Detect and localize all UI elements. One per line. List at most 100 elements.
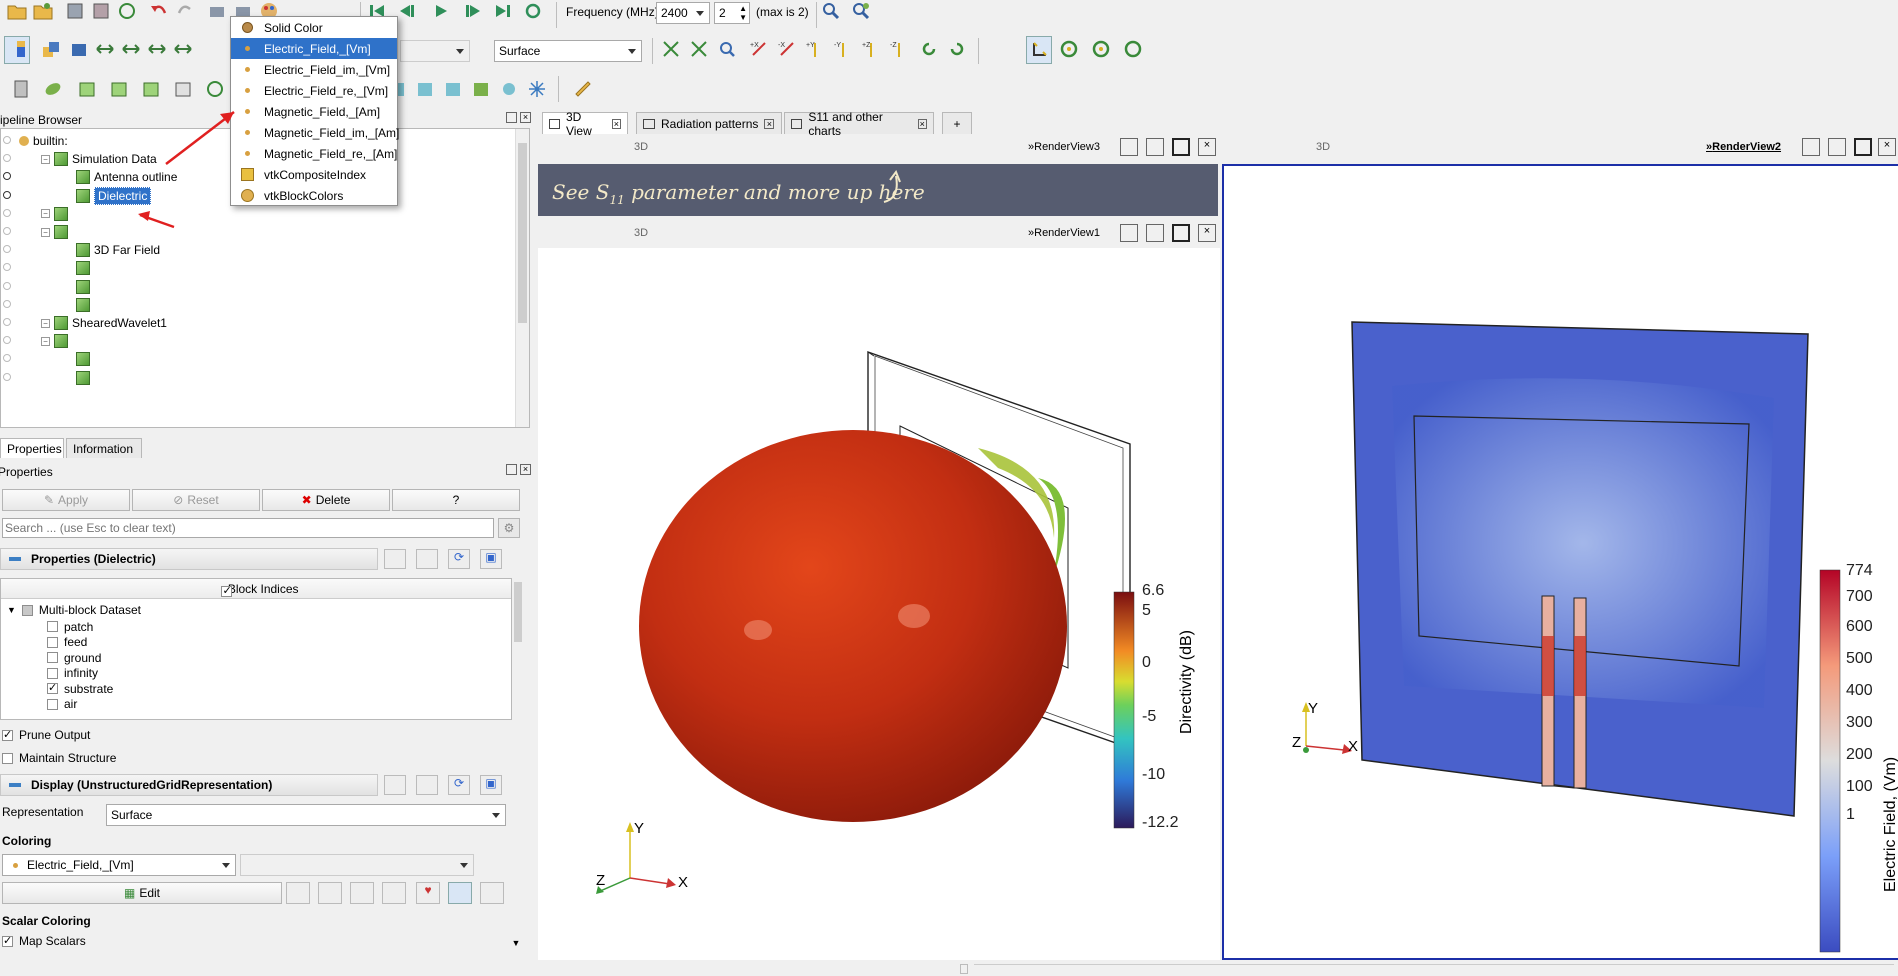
expand-arrow-icon[interactable]: ▼	[7, 605, 16, 615]
representation-select[interactable]: Surface	[494, 40, 642, 62]
view-minus-y-icon[interactable]: -Y	[832, 38, 854, 60]
close-icon[interactable]: ×	[520, 112, 531, 123]
reset-center-icon[interactable]	[1090, 38, 1112, 60]
rescale-visible-icon[interactable]	[120, 38, 142, 60]
close-icon[interactable]: ×	[917, 118, 927, 129]
block-checkbox[interactable]	[47, 652, 58, 663]
frequency-step-spinbox[interactable]: 2 ▲ ▼	[714, 2, 750, 24]
threshold-icon[interactable]	[140, 78, 162, 100]
pipeline-item[interactable]: −	[41, 331, 72, 351]
extract-level-icon[interactable]	[470, 78, 492, 100]
rotation-center-icon[interactable]	[1122, 38, 1144, 60]
pipeline-scrollbar[interactable]	[515, 129, 529, 427]
color-edit-icon[interactable]	[40, 38, 62, 60]
snowflake-icon[interactable]	[526, 78, 548, 100]
split-vertical-icon[interactable]	[1828, 138, 1846, 156]
calculator-icon[interactable]	[10, 78, 32, 100]
tab-properties[interactable]: Properties	[0, 438, 64, 458]
maintain-structure-row[interactable]: Maintain Structure	[2, 751, 116, 765]
warp-vector-icon[interactable]	[414, 78, 436, 100]
advanced-gear-icon[interactable]: ⚙	[498, 518, 520, 538]
renderview1-label[interactable]: »RenderView1	[1028, 227, 1100, 239]
edit-annotations-icon[interactable]	[480, 882, 504, 904]
visibility-eye-icon[interactable]	[3, 245, 11, 254]
map-scalars-row[interactable]: Map Scalars	[2, 934, 86, 948]
pipeline-item[interactable]: −	[63, 277, 94, 297]
choose-preset-icon[interactable]	[286, 882, 310, 904]
visibility-eye-icon[interactable]	[3, 354, 11, 363]
reset-button[interactable]: ⊘ Reset	[132, 489, 260, 511]
glyph-icon[interactable]	[204, 78, 226, 100]
renderview2-label[interactable]: »RenderView2	[1706, 141, 1781, 153]
rotate-plus-90-icon[interactable]	[918, 38, 940, 60]
slice-icon[interactable]	[108, 78, 130, 100]
rescale-visible-icon[interactable]	[382, 882, 406, 904]
edit-colormap-button[interactable]: ▦ Edit	[2, 882, 282, 904]
color-menu-item[interactable]: vtkCompositeIndex	[231, 164, 397, 185]
prune-output-checkbox[interactable]	[2, 728, 13, 741]
representation-dropdown[interactable]: Surface	[106, 804, 506, 826]
pipeline-item[interactable]: − Simulation Data	[41, 149, 157, 169]
color-menu-item[interactable]: Magnetic_Field_re,_[Am]	[231, 143, 397, 164]
contour-icon[interactable]	[42, 78, 64, 100]
reset-session-icon[interactable]	[116, 0, 138, 22]
renderview3-label[interactable]: »RenderView3	[1028, 141, 1100, 153]
display-section-header[interactable]: Display (UnstructuredGridRepresentation)	[0, 774, 378, 796]
properties-search-input[interactable]	[2, 518, 494, 538]
pipeline-item[interactable]: − ShearedWavelet1	[41, 313, 167, 333]
dataset-checkbox[interactable]	[21, 604, 33, 616]
collapse-toggle-icon[interactable]: −	[41, 154, 50, 164]
close-icon[interactable]: ×	[611, 118, 621, 129]
tab-radiation-patterns[interactable]: Radiation patterns ×	[636, 112, 782, 134]
collapse-toggle-icon[interactable]: −	[41, 336, 50, 346]
pipeline-scrollbar-thumb[interactable]	[518, 143, 527, 323]
close-icon[interactable]: ×	[764, 118, 775, 129]
coloring-dropdown[interactable]: Electric_Field,_[Vm]	[2, 854, 236, 876]
block-checkbox[interactable]	[47, 667, 58, 679]
zoom-to-data-icon[interactable]	[716, 38, 738, 60]
component-select[interactable]	[400, 40, 470, 62]
visibility-eye-icon[interactable]	[3, 190, 11, 199]
close-icon[interactable]: ×	[520, 464, 531, 475]
undock-icon[interactable]	[506, 112, 517, 123]
view-plus-y-icon[interactable]: +Y	[804, 38, 826, 60]
pipeline-item[interactable]: −3D Far Field	[63, 240, 160, 260]
block-indices-header[interactable]: Block Indices	[1, 579, 511, 599]
block-row[interactable]: infinity	[47, 666, 98, 681]
pipeline-item[interactable]: −	[63, 295, 94, 315]
properties-scrollbar[interactable]	[512, 548, 524, 720]
prune-output-row[interactable]: Prune Output	[2, 728, 90, 742]
maximize-icon[interactable]	[1854, 138, 1872, 156]
renderview1-canvas[interactable]: Y X Z 6.6 5 0 -5 -10 -12.2 Directivity (dB)	[538, 248, 1220, 960]
save-state-icon[interactable]	[90, 0, 112, 22]
undock-icon[interactable]	[506, 464, 517, 475]
plot-over-line-icon[interactable]	[498, 78, 520, 100]
split-vertical-icon[interactable]	[1146, 138, 1164, 156]
block-checkbox[interactable]	[47, 636, 58, 648]
tab-information[interactable]: Information	[66, 438, 142, 458]
split-horizontal-icon[interactable]	[1120, 138, 1138, 156]
previous-frame-icon[interactable]	[396, 0, 418, 22]
view-plus-x-icon[interactable]: +X	[748, 38, 770, 60]
visibility-eye-icon[interactable]	[3, 136, 11, 144]
ruler-icon[interactable]	[572, 78, 594, 100]
visibility-eye-icon[interactable]	[3, 318, 11, 326]
group-datasets-icon[interactable]	[442, 78, 464, 100]
pipeline-item[interactable]: −Dielectric	[63, 186, 152, 206]
close-view-icon[interactable]: ×	[1198, 138, 1216, 156]
tab-3d-view[interactable]: 3D View ×	[542, 110, 628, 138]
redo-icon[interactable]	[174, 0, 196, 22]
apply-button[interactable]: ✎ Apply	[2, 489, 130, 511]
scroll-down-icon[interactable]: ▼	[510, 938, 522, 956]
visibility-eye-icon[interactable]	[3, 281, 11, 290]
visibility-eye-icon[interactable]	[3, 372, 11, 381]
extract-subset-icon[interactable]	[172, 78, 194, 100]
copy-icon[interactable]	[384, 775, 406, 795]
properties-scrollbar-thumb[interactable]	[514, 582, 522, 642]
visibility-eye-icon[interactable]	[3, 299, 11, 308]
save-icon[interactable]: ▣	[480, 775, 502, 795]
maintain-structure-checkbox[interactable]	[2, 752, 13, 764]
visibility-eye-icon[interactable]	[3, 208, 11, 217]
renderview2-canvas[interactable]: Y X Z 774 700 600 500 400 300 200 100 1 Electric…	[1222, 164, 1898, 960]
rescale-data-icon[interactable]	[172, 38, 194, 60]
